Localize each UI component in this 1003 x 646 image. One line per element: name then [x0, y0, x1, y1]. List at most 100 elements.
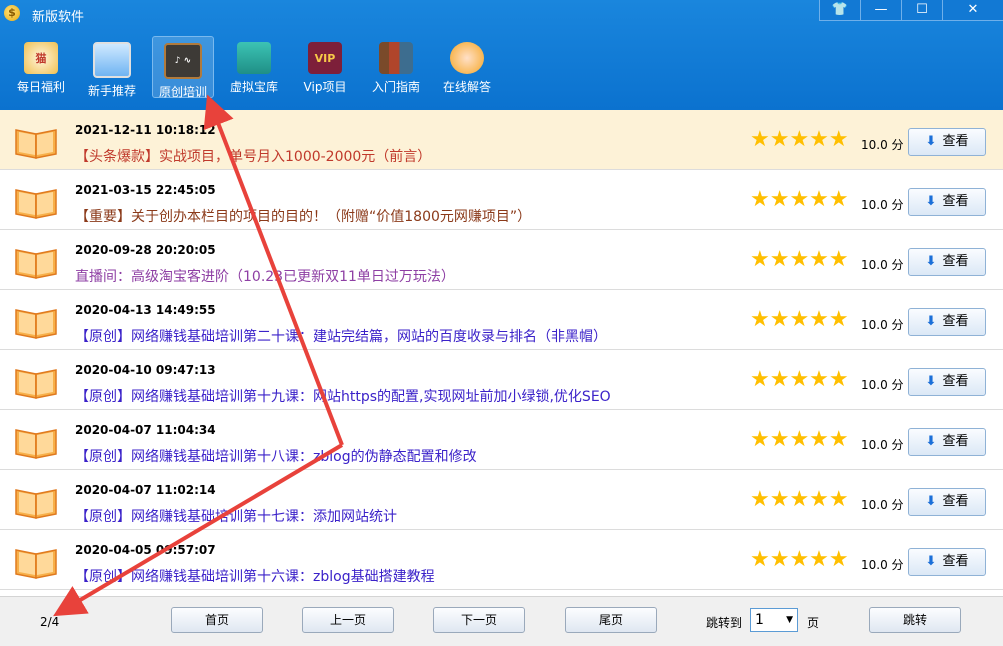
- list-item[interactable]: 2021-12-11 10:18:12 【头条爆款】实战项目，单号月入1000-2…: [0, 110, 1003, 170]
- page-select[interactable]: 1 ▼: [750, 608, 798, 632]
- book-icon: [15, 189, 57, 219]
- nav-item-label: 入门指南: [371, 80, 420, 94]
- download-arrow-icon: ⬇: [925, 134, 937, 149]
- item-score: 10.0 分: [861, 498, 904, 512]
- nav-item-virtual-vault[interactable]: 虚拟宝库: [223, 36, 285, 98]
- maximize-icon: ☐: [916, 2, 928, 17]
- books-icon: [379, 42, 413, 74]
- nav-item-online-help[interactable]: 在线解答: [436, 36, 498, 98]
- item-score: 10.0 分: [861, 558, 904, 572]
- article-list: 2021-12-11 10:18:12 【头条爆款】实战项目，单号月入1000-2…: [0, 110, 1003, 596]
- download-arrow-icon: ⬇: [925, 194, 937, 209]
- download-arrow-icon: ⬇: [925, 494, 937, 509]
- rating-stars: ★★★★★: [750, 307, 849, 332]
- minimize-button[interactable]: —: [860, 0, 901, 21]
- page-indicator: 2/4: [40, 615, 60, 629]
- jump-unit: 页: [807, 616, 820, 630]
- rating-stars: ★★★★★: [750, 367, 849, 392]
- view-button[interactable]: ⬇ 查看: [908, 248, 986, 276]
- item-score: 10.0 分: [861, 378, 904, 392]
- vip-icon: VIP: [308, 42, 342, 74]
- chalkboard-icon: ♪ ∿: [164, 43, 202, 79]
- item-date: 2021-03-15 22:45:05: [75, 183, 216, 197]
- nav-item-vip[interactable]: VIP Vip项目: [294, 36, 356, 98]
- nav-item-original-training[interactable]: ♪ ∿ 原创培训: [152, 36, 214, 99]
- list-item[interactable]: 2020-04-13 14:49:55 【原创】网络赚钱基础培训第二十课：建站完结…: [0, 290, 1003, 350]
- item-title[interactable]: 【重要】关于创办本栏目的项目的目的！（附赠“价值1800元网赚项目”）: [75, 206, 531, 226]
- page-select-value: 1: [755, 612, 764, 628]
- next-page-button[interactable]: 下一页: [433, 607, 525, 633]
- download-arrow-icon: ⬇: [925, 374, 937, 389]
- item-date: 2020-04-07 11:02:14: [75, 483, 216, 497]
- close-icon: ✕: [967, 2, 979, 17]
- list-item[interactable]: 2020-09-28 20:20:05 直播间：高级淘宝客进阶（10.23已更新双…: [0, 230, 1003, 290]
- jump-label: 跳转到: [706, 616, 743, 630]
- view-button-label: 查看: [942, 554, 969, 569]
- nav-item-label: 新手推荐: [87, 84, 136, 98]
- rating-stars: ★★★★★: [750, 547, 849, 572]
- warehouse-icon: [237, 42, 271, 74]
- item-title[interactable]: 【原创】网络赚钱基础培训第十七课：添加网站统计: [75, 506, 397, 526]
- item-score: 10.0 分: [861, 198, 904, 212]
- rating-stars: ★★★★★: [750, 247, 849, 272]
- close-button[interactable]: ✕: [942, 0, 1003, 21]
- book-icon: [15, 489, 57, 519]
- rating-stars: ★★★★★: [750, 127, 849, 152]
- laptop-icon: [93, 42, 131, 78]
- nav-item-label: 每日福利: [16, 80, 65, 94]
- first-page-button[interactable]: 首页: [171, 607, 263, 633]
- item-title[interactable]: 【原创】网络赚钱基础培训第十八课：zblog的伪静态配置和修改: [75, 446, 477, 466]
- view-button[interactable]: ⬇ 查看: [908, 368, 986, 396]
- maximize-button[interactable]: ☐: [901, 0, 942, 21]
- download-arrow-icon: ⬇: [925, 554, 937, 569]
- item-title[interactable]: 【头条爆款】实战项目，单号月入1000-2000元（前言）: [75, 146, 431, 166]
- item-date: 2021-12-11 10:18:12: [75, 123, 216, 137]
- item-title[interactable]: 【原创】网络赚钱基础培训第二十课：建站完结篇，网站的百度收录与排名（非黑帽）: [75, 326, 607, 346]
- window-title: 新版软件: [32, 10, 85, 25]
- nav-item-guide[interactable]: 入门指南: [365, 36, 427, 98]
- item-date: 2020-04-10 09:47:13: [75, 363, 216, 377]
- view-button[interactable]: ⬇ 查看: [908, 548, 986, 576]
- nav-item-label: 在线解答: [442, 80, 491, 94]
- rating-stars: ★★★★★: [750, 427, 849, 452]
- view-button[interactable]: ⬇ 查看: [908, 128, 986, 156]
- book-icon: [15, 549, 57, 579]
- list-item[interactable]: 2020-04-07 11:02:14 【原创】网络赚钱基础培训第十七课：添加网站…: [0, 470, 1003, 530]
- window-controls: 👕 — ☐ ✕: [819, 0, 1003, 21]
- item-title[interactable]: 直播间：高级淘宝客进阶（10.23已更新双11单日过万玩法）: [75, 266, 455, 286]
- book-icon: [15, 369, 57, 399]
- app-logo-icon: $: [4, 5, 20, 21]
- prev-page-button[interactable]: 上一页: [302, 607, 394, 633]
- list-item[interactable]: 2021-03-15 22:45:05 【重要】关于创办本栏目的项目的目的！（附赠…: [0, 170, 1003, 230]
- list-item[interactable]: 2020-04-07 11:04:34 【原创】网络赚钱基础培训第十八课：zblo…: [0, 410, 1003, 470]
- item-title[interactable]: 【原创】网络赚钱基础培训第十六课：zblog基础搭建教程: [75, 566, 435, 586]
- nav-item-daily-welfare[interactable]: 猫 每日福利: [10, 36, 72, 98]
- title-bar: $ 新版软件 👕 — ☐ ✕ 猫 每日福利 新手推荐 ♪ ∿ 原创培训 虚拟宝库…: [0, 0, 1003, 110]
- view-button-label: 查看: [942, 194, 969, 209]
- view-button[interactable]: ⬇ 查看: [908, 488, 986, 516]
- list-item[interactable]: 2020-04-05 09:57:07 【原创】网络赚钱基础培训第十六课：zblo…: [0, 530, 1003, 590]
- nav-item-label: 原创培训: [158, 85, 207, 99]
- chevron-down-icon: ▼: [786, 615, 793, 625]
- download-arrow-icon: ⬇: [925, 314, 937, 329]
- last-page-button[interactable]: 尾页: [565, 607, 657, 633]
- nav-item-label: 虚拟宝库: [229, 80, 278, 94]
- jump-button[interactable]: 跳转: [869, 607, 961, 633]
- minimize-icon: —: [874, 2, 888, 17]
- view-button[interactable]: ⬇ 查看: [908, 188, 986, 216]
- nav-item-beginner[interactable]: 新手推荐: [81, 36, 143, 98]
- item-score: 10.0 分: [861, 138, 904, 152]
- item-date: 2020-09-28 20:20:05: [75, 243, 216, 257]
- pagination-bar: 2/4 首页 上一页 下一页 尾页 跳转到 1 ▼ 页 跳转: [0, 596, 1003, 646]
- list-item[interactable]: 2020-04-10 09:47:13 【原创】网络赚钱基础培训第十九课：网站ht…: [0, 350, 1003, 410]
- rating-stars: ★★★★★: [750, 487, 849, 512]
- support-agent-icon: [450, 42, 484, 74]
- shirt-icon: 👕: [831, 2, 849, 17]
- view-button[interactable]: ⬇ 查看: [908, 428, 986, 456]
- item-score: 10.0 分: [861, 318, 904, 332]
- skin-button[interactable]: 👕: [819, 0, 860, 21]
- item-title[interactable]: 【原创】网络赚钱基础培训第十九课：网站https的配置,实现网址前加小绿锁,优化…: [75, 386, 611, 406]
- nav-item-label: Vip项目: [303, 80, 347, 94]
- view-button[interactable]: ⬇ 查看: [908, 308, 986, 336]
- view-button-label: 查看: [942, 434, 969, 449]
